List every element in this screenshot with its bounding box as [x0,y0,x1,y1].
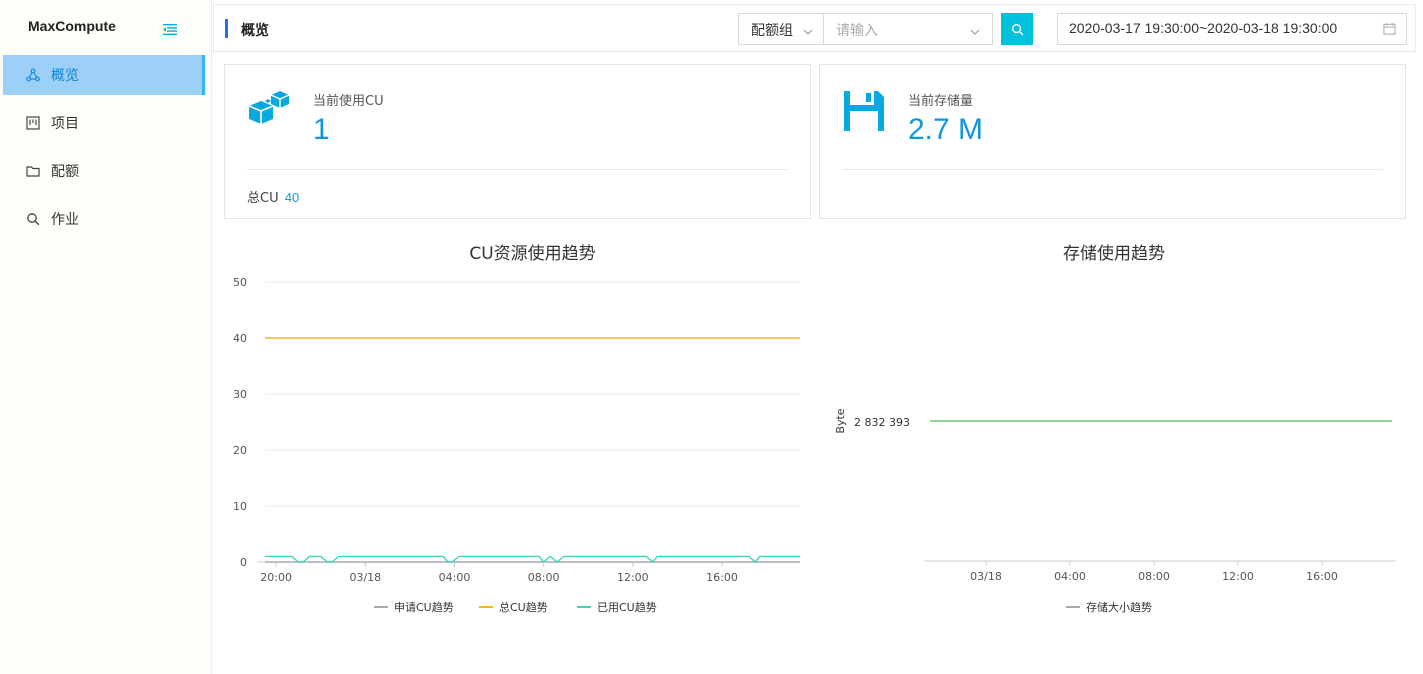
y-tick-label: 20 [233,444,247,457]
current-cu-value: 1 [313,113,330,146]
sidebar-nav: 概览 项目 配额 作业 [3,55,205,247]
total-cu-value: 40 [284,190,300,205]
sidebar-item-quota[interactable]: 配额 [3,151,205,191]
sidebar-item-label: 作业 [51,212,79,228]
current-storage-label: 当前存储量 [908,94,974,109]
y-tick-label: 10 [233,500,247,513]
search-icon [1011,23,1023,35]
search-button[interactable] [1001,13,1033,45]
chart-title: CU资源使用趋势 [469,243,595,264]
sidebar-item-overview[interactable]: 概览 [3,55,205,95]
y-tick-label: 2 832 393 [854,416,910,429]
y-axis-label: Byte [834,408,847,433]
date-range-picker[interactable]: 2020-03-17 19:30:00~2020-03-18 19:30:00 [1057,13,1407,45]
search-icon [25,211,41,227]
legend-label: 已用CU趋势 [597,601,657,614]
x-tick-label: 04:00 [439,571,471,584]
current-cu-label: 当前使用CU [313,94,384,109]
page-title: 概览 [241,23,269,39]
sidebar-item-project[interactable]: 项目 [3,103,205,143]
x-tick-label: 08:00 [1138,570,1170,583]
search-input[interactable]: 请输入 [823,13,993,45]
card-divider [247,169,788,170]
brand-name: MaxCompute [28,18,116,34]
project-icon [25,115,41,131]
quota-group-select[interactable]: 配额组 [738,13,824,45]
sidebar-item-label: 项目 [51,116,79,132]
x-tick-label: 03/18 [349,571,381,584]
storage-trend-chart-svg: 存储使用趋势 Byte 2 832 393 03/18 04:00 08:00 12:00 1… [834,243,1396,614]
sidebar-item-jobs[interactable]: 作业 [3,199,205,239]
floppy-disk-icon [842,89,886,137]
legend-label: 申请CU趋势 [394,601,454,614]
quota-select-value: 配额组 [751,23,793,39]
current-storage-card: 当前存储量 2.7 M [819,64,1406,219]
legend-label: 存储大小趋势 [1086,600,1152,614]
cluster-icon [25,67,41,83]
folder-icon [25,163,41,179]
cu-trend-chart-svg: CU资源使用趋势 0 10 20 30 40 50 20:00 03/18 04:00 08:00 1… [233,243,800,614]
page-header: 概览 配额组 请输入 2020-03-17 19:30:00~2020-03-1… [213,4,1416,52]
chart-title: 存储使用趋势 [1063,243,1165,264]
x-tick-label: 03/18 [970,570,1002,583]
title-accent-bar [225,19,228,38]
total-cu-label: 总CU [247,191,279,206]
x-tick-label: 16:00 [1306,570,1338,583]
y-tick-label: 40 [233,332,247,345]
cu-trend-chart: CU资源使用趋势 0 10 20 30 40 50 20:00 03/18 04:00 08:00 1… [224,236,814,636]
sidebar-item-label: 配额 [51,164,79,180]
date-range-value: 2020-03-17 19:30:00~2020-03-18 19:30:00 [1069,20,1338,36]
cubes-icon [247,89,293,135]
card-divider [842,169,1383,170]
collapse-menu-icon[interactable] [162,22,180,38]
total-cu: 总CU 40 [247,187,299,206]
x-tick-label: 12:00 [1222,570,1254,583]
storage-trend-chart: 存储使用趋势 Byte 2 832 393 03/18 04:00 08:00 12:00 1… [826,236,1406,636]
calendar-icon [1379,22,1396,38]
app-root: MaxCompute 概览 项目 配额 作业 概览 配额组 请输入 2020-0… [0,0,1423,674]
x-tick-label: 12:00 [617,571,649,584]
sidebar-item-label: 概览 [51,68,79,84]
search-placeholder: 请输入 [836,23,878,39]
x-tick-label: 20:00 [260,571,292,584]
legend-label: 总CU趋势 [499,600,548,614]
y-tick-label: 50 [233,276,247,289]
y-tick-label: 30 [233,388,247,401]
chevron-down-icon [970,24,980,40]
chevron-down-icon [803,24,813,40]
x-tick-label: 08:00 [528,571,560,584]
x-tick-label: 04:00 [1054,570,1086,583]
series-line [265,555,800,563]
y-tick-label: 0 [240,556,247,569]
current-cu-card: 当前使用CU 1 总CU 40 [224,64,811,219]
current-storage-value: 2.7 M [908,113,984,146]
sidebar: MaxCompute 概览 项目 配额 作业 [0,0,212,674]
x-tick-label: 16:00 [706,571,738,584]
